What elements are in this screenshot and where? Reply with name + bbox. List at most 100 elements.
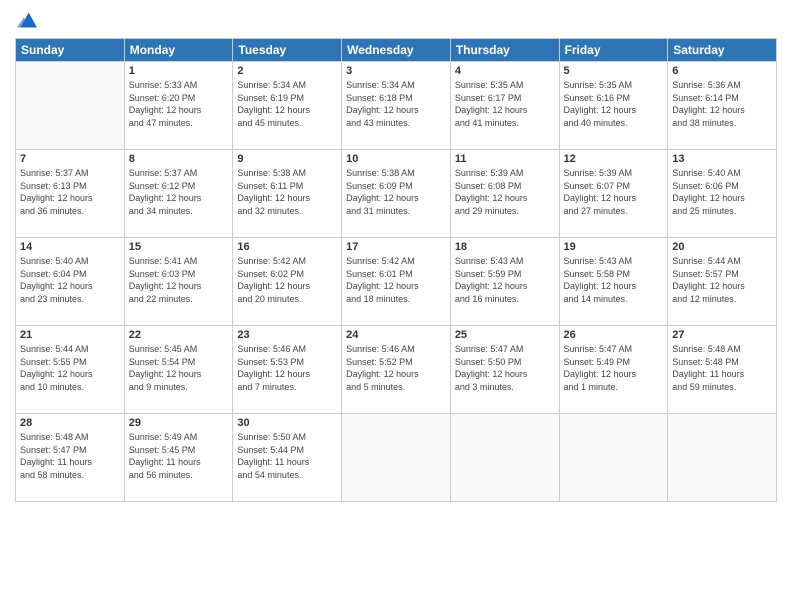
header (15, 10, 777, 30)
calendar-cell: 28Sunrise: 5:48 AM Sunset: 5:47 PM Dayli… (16, 414, 125, 502)
day-number: 1 (129, 65, 229, 77)
day-number: 21 (20, 329, 120, 341)
weekday-header-tuesday: Tuesday (233, 39, 342, 62)
calendar-cell: 27 Sunrise: 5:48 AM Sunset: 5:48 PM Dayli… (668, 326, 777, 414)
day-info: Sunrise: 5:39 AM Sunset: 6:08 PM Dayligh… (455, 167, 555, 217)
calendar-cell: 23 Sunrise: 5:46 AM Sunset: 5:53 PM Dayli… (233, 326, 342, 414)
day-info: Sunrise: 5:40 AM Sunset: 6:04 PM Dayligh… (20, 255, 120, 305)
logo-icon (17, 10, 37, 30)
day-info: Sunrise: 5:48 AM Sunset: 5:48 PM Dayligh… (672, 343, 772, 393)
weekday-header-sunday: Sunday (16, 39, 125, 62)
calendar-cell: 3 Sunrise: 5:34 AM Sunset: 6:18 PM Daylig… (342, 62, 451, 150)
day-info: Sunrise: 5:33 AM Sunset: 6:20 PM Dayligh… (129, 79, 229, 129)
day-info: Sunrise: 5:34 AM Sunset: 6:18 PM Dayligh… (346, 79, 446, 129)
day-number: 15 (129, 241, 229, 253)
calendar-cell: 16Sunrise: 5:42 AM Sunset: 6:02 PM Dayli… (233, 238, 342, 326)
week-row-0: 1 Sunrise: 5:33 AM Sunset: 6:20 PM Daylig… (16, 62, 777, 150)
day-number: 25 (455, 329, 555, 341)
day-number: 22 (129, 329, 229, 341)
calendar-cell (559, 414, 668, 502)
calendar-cell: 30 Sunrise: 5:50 AM Sunset: 5:44 PM Dayli… (233, 414, 342, 502)
day-number: 20 (672, 241, 772, 253)
day-number: 8 (129, 153, 229, 165)
day-info: Sunrise: 5:44 AM Sunset: 5:57 PM Dayligh… (672, 255, 772, 305)
calendar-cell: 26 Sunrise: 5:47 AM Sunset: 5:49 PM Dayli… (559, 326, 668, 414)
calendar-cell: 1 Sunrise: 5:33 AM Sunset: 6:20 PM Daylig… (124, 62, 233, 150)
day-info: Sunrise: 5:36 AM Sunset: 6:14 PM Dayligh… (672, 79, 772, 129)
day-number: 2 (237, 65, 337, 77)
day-number: 28 (20, 417, 120, 429)
day-info: Sunrise: 5:37 AM Sunset: 6:12 PM Dayligh… (129, 167, 229, 217)
calendar-cell: 17 Sunrise: 5:42 AM Sunset: 6:01 PM Dayli… (342, 238, 451, 326)
calendar-cell: 10 Sunrise: 5:38 AM Sunset: 6:09 PM Dayli… (342, 150, 451, 238)
day-info: Sunrise: 5:38 AM Sunset: 6:11 PM Dayligh… (237, 167, 337, 217)
calendar-cell: 5Sunrise: 5:35 AM Sunset: 6:16 PM Daylig… (559, 62, 668, 150)
day-number: 9 (237, 153, 337, 165)
day-info: Sunrise: 5:43 AM Sunset: 5:58 PM Dayligh… (564, 255, 664, 305)
day-number: 10 (346, 153, 446, 165)
day-number: 14 (20, 241, 120, 253)
day-info: Sunrise: 5:46 AM Sunset: 5:52 PM Dayligh… (346, 343, 446, 393)
day-number: 24 (346, 329, 446, 341)
day-info: Sunrise: 5:38 AM Sunset: 6:09 PM Dayligh… (346, 167, 446, 217)
day-number: 19 (564, 241, 664, 253)
weekday-header-wednesday: Wednesday (342, 39, 451, 62)
calendar-cell (16, 62, 125, 150)
day-info: Sunrise: 5:35 AM Sunset: 6:17 PM Dayligh… (455, 79, 555, 129)
calendar-cell: 14 Sunrise: 5:40 AM Sunset: 6:04 PM Dayli… (16, 238, 125, 326)
calendar-cell: 18 Sunrise: 5:43 AM Sunset: 5:59 PM Dayli… (450, 238, 559, 326)
day-number: 7 (20, 153, 120, 165)
calendar-cell: 20 Sunrise: 5:44 AM Sunset: 5:57 PM Dayli… (668, 238, 777, 326)
calendar-table: SundayMondayTuesdayWednesdayThursdayFrid… (15, 38, 777, 502)
calendar-cell: 6Sunrise: 5:36 AM Sunset: 6:14 PM Daylig… (668, 62, 777, 150)
logo-text (15, 10, 37, 30)
day-info: Sunrise: 5:47 AM Sunset: 5:50 PM Dayligh… (455, 343, 555, 393)
day-number: 5 (564, 65, 664, 77)
page: SundayMondayTuesdayWednesdayThursdayFrid… (0, 0, 792, 612)
calendar-cell: 19 Sunrise: 5:43 AM Sunset: 5:58 PM Dayli… (559, 238, 668, 326)
logo (15, 10, 37, 30)
calendar-cell: 25 Sunrise: 5:47 AM Sunset: 5:50 PM Dayli… (450, 326, 559, 414)
weekday-header-row: SundayMondayTuesdayWednesdayThursdayFrid… (16, 39, 777, 62)
day-info: Sunrise: 5:42 AM Sunset: 6:01 PM Dayligh… (346, 255, 446, 305)
day-number: 30 (237, 417, 337, 429)
calendar-cell: 4 Sunrise: 5:35 AM Sunset: 6:17 PM Daylig… (450, 62, 559, 150)
day-info: Sunrise: 5:44 AM Sunset: 5:55 PM Dayligh… (20, 343, 120, 393)
day-info: Sunrise: 5:42 AM Sunset: 6:02 PM Dayligh… (237, 255, 337, 305)
day-info: Sunrise: 5:45 AM Sunset: 5:54 PM Dayligh… (129, 343, 229, 393)
calendar-cell (450, 414, 559, 502)
day-number: 27 (672, 329, 772, 341)
week-row-4: 28Sunrise: 5:48 AM Sunset: 5:47 PM Dayli… (16, 414, 777, 502)
calendar-cell: 15 Sunrise: 5:41 AM Sunset: 6:03 PM Dayli… (124, 238, 233, 326)
calendar-cell: 7Sunrise: 5:37 AM Sunset: 6:13 PM Daylig… (16, 150, 125, 238)
day-info: Sunrise: 5:49 AM Sunset: 5:45 PM Dayligh… (129, 431, 229, 481)
day-number: 17 (346, 241, 446, 253)
calendar-cell: 21 Sunrise: 5:44 AM Sunset: 5:55 PM Dayli… (16, 326, 125, 414)
day-info: Sunrise: 5:40 AM Sunset: 6:06 PM Dayligh… (672, 167, 772, 217)
day-number: 18 (455, 241, 555, 253)
day-info: Sunrise: 5:34 AM Sunset: 6:19 PM Dayligh… (237, 79, 337, 129)
weekday-header-saturday: Saturday (668, 39, 777, 62)
day-number: 4 (455, 65, 555, 77)
calendar-cell (342, 414, 451, 502)
day-info: Sunrise: 5:50 AM Sunset: 5:44 PM Dayligh… (237, 431, 337, 481)
day-info: Sunrise: 5:46 AM Sunset: 5:53 PM Dayligh… (237, 343, 337, 393)
calendar-cell: 22 Sunrise: 5:45 AM Sunset: 5:54 PM Dayli… (124, 326, 233, 414)
day-number: 26 (564, 329, 664, 341)
day-number: 13 (672, 153, 772, 165)
calendar-cell: 11Sunrise: 5:39 AM Sunset: 6:08 PM Dayli… (450, 150, 559, 238)
day-info: Sunrise: 5:41 AM Sunset: 6:03 PM Dayligh… (129, 255, 229, 305)
day-info: Sunrise: 5:43 AM Sunset: 5:59 PM Dayligh… (455, 255, 555, 305)
day-number: 29 (129, 417, 229, 429)
calendar-cell: 9 Sunrise: 5:38 AM Sunset: 6:11 PM Daylig… (233, 150, 342, 238)
day-info: Sunrise: 5:47 AM Sunset: 5:49 PM Dayligh… (564, 343, 664, 393)
week-row-2: 14 Sunrise: 5:40 AM Sunset: 6:04 PM Dayli… (16, 238, 777, 326)
calendar-cell: 24 Sunrise: 5:46 AM Sunset: 5:52 PM Dayli… (342, 326, 451, 414)
day-number: 23 (237, 329, 337, 341)
calendar-cell: 12Sunrise: 5:39 AM Sunset: 6:07 PM Dayli… (559, 150, 668, 238)
calendar-cell: 13 Sunrise: 5:40 AM Sunset: 6:06 PM Dayli… (668, 150, 777, 238)
calendar-cell: 8 Sunrise: 5:37 AM Sunset: 6:12 PM Daylig… (124, 150, 233, 238)
calendar-cell (668, 414, 777, 502)
day-number: 12 (564, 153, 664, 165)
day-number: 3 (346, 65, 446, 77)
